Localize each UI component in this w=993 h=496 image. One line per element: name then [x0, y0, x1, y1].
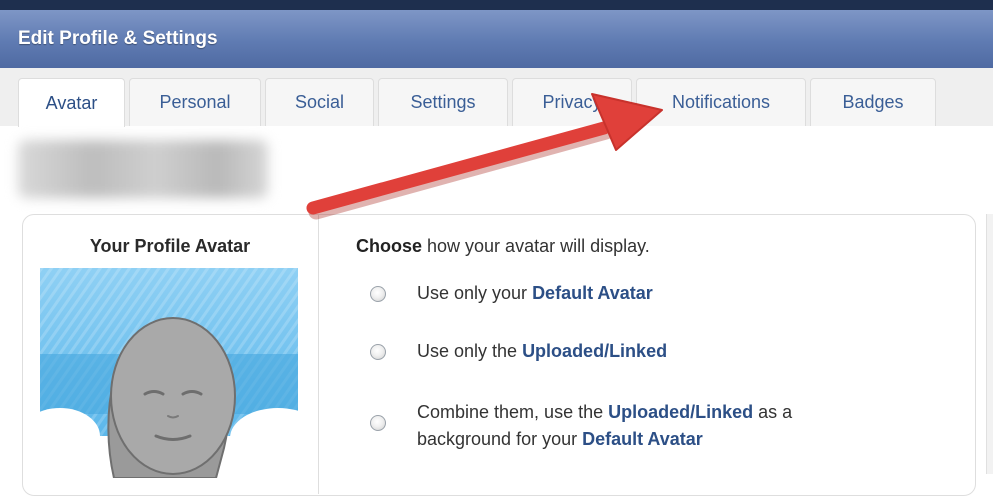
option-bold: Default Avatar: [532, 283, 653, 303]
option-text: as a: [753, 402, 793, 422]
blurred-username: [18, 140, 268, 198]
option-text: Combine them, use the: [417, 402, 609, 422]
tab-bar: Avatar Personal Social Settings Privacy …: [0, 68, 993, 127]
tab-notifications[interactable]: Notifications: [636, 78, 806, 126]
tab-label: Avatar: [45, 92, 98, 113]
top-strip: [0, 0, 993, 10]
radio-uploaded-linked[interactable]: [370, 344, 386, 360]
radio-combine[interactable]: [370, 415, 386, 431]
option-bold: Uploaded/Linked: [522, 341, 668, 361]
tab-badges[interactable]: Badges: [810, 78, 936, 126]
option-label-line2: background for your Default Avatar: [417, 427, 703, 452]
option-text: Use only the: [417, 341, 523, 361]
tab-label: Social: [294, 92, 345, 112]
tab-privacy[interactable]: Privacy: [512, 78, 632, 126]
avatar-preview-column: Your Profile Avatar: [22, 214, 319, 494]
option-bold: Uploaded/Linked: [608, 402, 754, 422]
tab-personal[interactable]: Personal: [129, 78, 261, 126]
tab-label: Privacy: [542, 92, 602, 112]
radio-default-avatar[interactable]: [370, 286, 386, 302]
scrollbar-edge: [986, 214, 993, 474]
tab-settings[interactable]: Settings: [378, 78, 508, 126]
tab-label: Settings: [410, 92, 476, 112]
default-avatar-image: [40, 268, 298, 478]
tab-label: Personal: [159, 92, 231, 112]
settings-header: Edit Profile & Settings: [0, 10, 993, 69]
option-text: Use only your: [417, 283, 533, 303]
choose-bold: Choose: [356, 236, 423, 256]
option-text: background for your: [417, 429, 583, 449]
choose-instruction: Choose how your avatar will display.: [356, 236, 650, 257]
tab-avatar[interactable]: Avatar: [18, 78, 125, 127]
avatar-title: Your Profile Avatar: [89, 236, 251, 256]
tab-label: Badges: [842, 92, 904, 112]
option-label: Use only the Uploaded/Linked: [417, 339, 667, 364]
option-label-line1: Combine them, use the Uploaded/Linked as…: [417, 400, 792, 425]
option-label: Use only your Default Avatar: [417, 281, 653, 306]
tab-social[interactable]: Social: [265, 78, 374, 126]
page-title: Edit Profile & Settings: [18, 28, 218, 49]
option-bold: Default Avatar: [582, 429, 703, 449]
tab-label: Notifications: [671, 92, 771, 112]
choose-rest: how your avatar will display.: [422, 236, 650, 256]
